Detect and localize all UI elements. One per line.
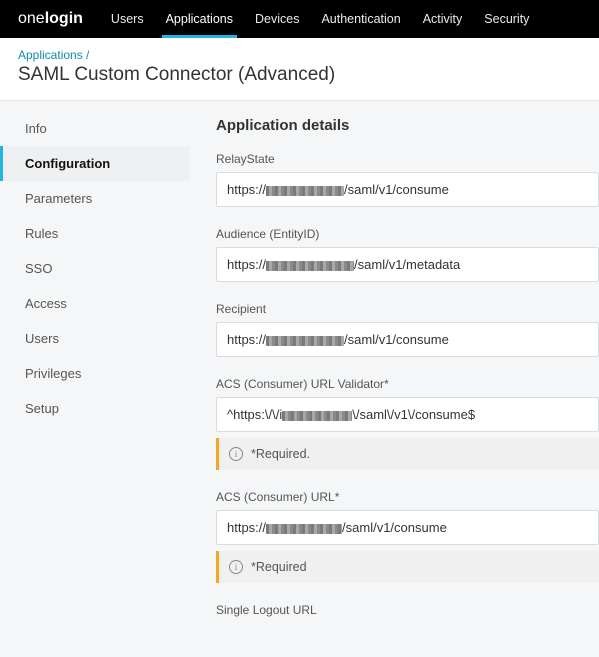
sidebar-item-users[interactable]: Users — [0, 321, 190, 356]
logo-part1: one — [18, 10, 45, 27]
sidebar-item-rules[interactable]: Rules — [0, 216, 190, 251]
label-acs-validator: ACS (Consumer) URL Validator* — [216, 377, 599, 391]
field-recipient: Recipient https:// /saml/v1/consume — [216, 302, 599, 357]
sidebar-item-sso[interactable]: SSO — [0, 251, 190, 286]
value-suffix: \/saml\/v1\/consume$ — [352, 407, 475, 422]
field-relaystate: RelayState https:// /saml/v1/consume — [216, 152, 599, 207]
value-suffix: /saml/v1/metadata — [354, 257, 460, 272]
value-suffix: /saml/v1/consume — [344, 182, 449, 197]
logo-part2: login — [45, 10, 83, 27]
sidebar-item-parameters[interactable]: Parameters — [0, 181, 190, 216]
page-header: Applications / SAML Custom Connector (Ad… — [0, 38, 599, 101]
page-title: SAML Custom Connector (Advanced) — [18, 64, 581, 86]
field-acs-validator: ACS (Consumer) URL Validator* ^https:\/\… — [216, 377, 599, 470]
topnav-security[interactable]: Security — [484, 1, 529, 37]
notice-acs-url: i *Required — [216, 551, 599, 583]
section-title: Application details — [216, 117, 599, 134]
value-prefix: https:// — [227, 257, 266, 272]
breadcrumb: Applications / — [18, 48, 581, 62]
label-recipient: Recipient — [216, 302, 599, 316]
sidebar-item-privileges[interactable]: Privileges — [0, 356, 190, 391]
value-prefix: https:// — [227, 332, 266, 347]
redacted-text — [266, 261, 354, 271]
label-audience: Audience (EntityID) — [216, 227, 599, 241]
label-slo: Single Logout URL — [216, 603, 599, 617]
info-icon: i — [229, 560, 243, 574]
field-slo: Single Logout URL — [216, 603, 599, 617]
input-acs-url[interactable]: https:// /saml/v1/consume — [216, 510, 599, 545]
field-audience: Audience (EntityID) https:// /saml/v1/met… — [216, 227, 599, 282]
topnav-activity[interactable]: Activity — [423, 1, 463, 37]
redacted-text — [282, 411, 352, 421]
notice-text: *Required. — [251, 447, 310, 461]
redacted-text — [266, 524, 342, 534]
topnav-authentication[interactable]: Authentication — [321, 1, 400, 37]
info-icon: i — [229, 447, 243, 461]
topnav-users[interactable]: Users — [111, 1, 144, 37]
sidebar-item-setup[interactable]: Setup — [0, 391, 190, 426]
topbar: onelogin Users Applications Devices Auth… — [0, 0, 599, 38]
sidebar-item-info[interactable]: Info — [0, 111, 190, 146]
topnav: Users Applications Devices Authenticatio… — [111, 1, 530, 37]
sidebar-item-configuration[interactable]: Configuration — [0, 146, 190, 181]
input-audience[interactable]: https:// /saml/v1/metadata — [216, 247, 599, 282]
topnav-devices[interactable]: Devices — [255, 1, 299, 37]
label-relaystate: RelayState — [216, 152, 599, 166]
value-prefix: https:// — [227, 520, 266, 535]
topnav-applications[interactable]: Applications — [166, 1, 233, 37]
sidebar-item-access[interactable]: Access — [0, 286, 190, 321]
redacted-text — [266, 186, 344, 196]
breadcrumb-root[interactable]: Applications — [18, 48, 83, 62]
input-acs-validator[interactable]: ^https:\/\/i \/saml\/v1\/consume$ — [216, 397, 599, 432]
notice-acs-validator: i *Required. — [216, 438, 599, 470]
value-prefix: ^https:\/\/i — [227, 407, 282, 422]
input-recipient[interactable]: https:// /saml/v1/consume — [216, 322, 599, 357]
value-prefix: https:// — [227, 182, 266, 197]
logo: onelogin — [18, 10, 83, 28]
label-acs-url: ACS (Consumer) URL* — [216, 490, 599, 504]
value-suffix: /saml/v1/consume — [342, 520, 447, 535]
field-acs-url: ACS (Consumer) URL* https:// /saml/v1/con… — [216, 490, 599, 583]
value-suffix: /saml/v1/consume — [344, 332, 449, 347]
notice-text: *Required — [251, 560, 307, 574]
breadcrumb-sep: / — [83, 48, 90, 62]
redacted-text — [266, 336, 344, 346]
input-relaystate[interactable]: https:// /saml/v1/consume — [216, 172, 599, 207]
